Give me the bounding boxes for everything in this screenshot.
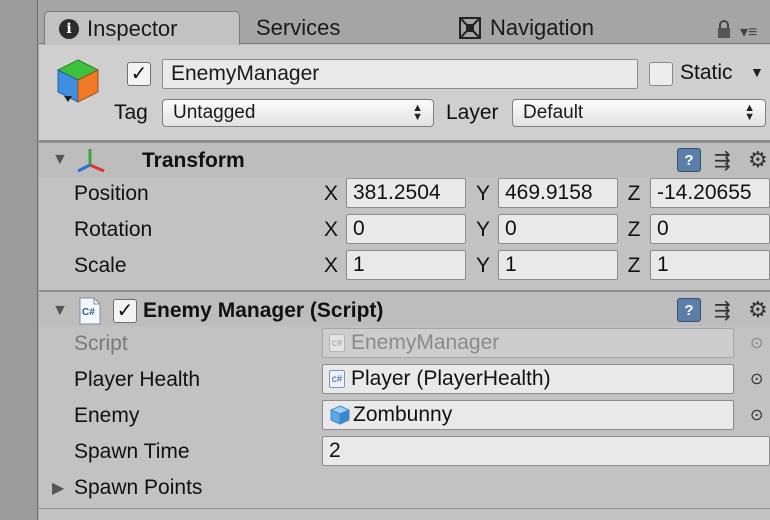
- position-z-field[interactable]: -14.20655: [650, 178, 770, 208]
- script-enabled-checkbox[interactable]: ✓: [113, 299, 137, 323]
- axis-x-label[interactable]: X: [321, 254, 341, 278]
- checkmark-icon: ✓: [116, 300, 134, 322]
- gear-icon[interactable]: ⚙: [748, 297, 768, 323]
- scale-label: Scale: [74, 254, 127, 277]
- updown-arrows-icon: ▲ ▼: [412, 102, 423, 123]
- object-picker-icon[interactable]: ⊙: [750, 405, 763, 425]
- axis-y-label[interactable]: Y: [473, 218, 493, 242]
- tab-navigation[interactable]: Navigation: [458, 11, 594, 45]
- foldout-open-icon[interactable]: ▼: [52, 302, 68, 320]
- script-label: Script: [74, 332, 128, 355]
- transform-icon: [76, 147, 106, 181]
- rotation-label: Rotation: [74, 218, 153, 241]
- spawn-time-field[interactable]: 2: [322, 436, 770, 466]
- separator: [39, 508, 770, 509]
- axis-z-label[interactable]: Z: [624, 254, 644, 278]
- tag-label: Tag: [114, 101, 148, 124]
- info-icon: i: [59, 18, 79, 39]
- tab-services[interactable]: Services: [256, 11, 340, 45]
- axis-y-label[interactable]: Y: [473, 254, 493, 278]
- tab-services-label: Services: [256, 15, 341, 40]
- position-x-field[interactable]: 381.2504: [346, 178, 466, 208]
- tag-dropdown[interactable]: Untagged ▲ ▼: [162, 99, 434, 127]
- tab-inspector-label: Inspector: [87, 15, 178, 41]
- help-icon[interactable]: ?: [677, 148, 701, 172]
- left-gutter: [0, 0, 38, 520]
- object-picker-icon: ⊙: [750, 335, 764, 352]
- scale-y-field[interactable]: 1: [498, 250, 618, 280]
- player-health-field[interactable]: c# Player (PlayerHealth): [322, 364, 734, 394]
- object-name-field[interactable]: EnemyManager: [162, 59, 638, 89]
- checkmark-icon: ✓: [130, 63, 148, 85]
- prefab-cube-icon: [329, 404, 351, 426]
- csharp-script-icon: C#: [78, 297, 102, 331]
- scale-x-field[interactable]: 1: [346, 250, 466, 280]
- player-health-label: Player Health: [74, 368, 201, 391]
- preset-icon[interactable]: ⇶: [714, 148, 731, 173]
- gameobject-cube-icon: [54, 56, 102, 112]
- tag-value: Untagged: [173, 102, 256, 123]
- axis-z-label[interactable]: Z: [624, 218, 644, 242]
- foldout-open-icon[interactable]: ▼: [52, 151, 68, 169]
- spawn-time-label: Spawn Time: [74, 440, 190, 463]
- axis-x-label[interactable]: X: [321, 182, 341, 206]
- static-checkbox[interactable]: [649, 62, 673, 86]
- object-picker-icon[interactable]: ⊙: [750, 369, 763, 389]
- rotation-y-field[interactable]: 0: [498, 214, 618, 244]
- scale-z-field[interactable]: 1: [650, 250, 770, 280]
- transform-title: Transform: [142, 149, 245, 172]
- layer-value: Default: [523, 102, 584, 123]
- position-y-field[interactable]: 469.9158: [498, 178, 618, 208]
- gear-icon[interactable]: ⚙: [748, 147, 768, 173]
- foldout-closed-icon[interactable]: ▶: [52, 478, 64, 498]
- panel-menu-icon[interactable]: ▾≡: [740, 22, 757, 42]
- updown-arrows-icon: ▲ ▼: [744, 102, 755, 123]
- tab-inspector[interactable]: i Inspector: [44, 11, 240, 45]
- script-field: c# EnemyManager: [322, 328, 734, 358]
- script-value: EnemyManager: [351, 331, 500, 354]
- cs-badge: C#: [82, 307, 95, 318]
- layer-dropdown[interactable]: Default ▲ ▼: [512, 99, 766, 127]
- help-icon[interactable]: ?: [677, 298, 701, 322]
- enemy-field[interactable]: Zombunny: [322, 400, 734, 430]
- lock-icon[interactable]: [716, 20, 732, 46]
- position-label: Position: [74, 182, 149, 205]
- static-dropdown-arrow-icon[interactable]: ▼: [750, 64, 764, 80]
- csharp-script-icon: c#: [329, 370, 345, 388]
- enemy-value: Zombunny: [353, 403, 453, 426]
- enemy-label: Enemy: [74, 404, 140, 427]
- static-label: Static: [680, 61, 733, 84]
- rotation-z-field[interactable]: 0: [650, 214, 770, 244]
- tab-navigation-label: Navigation: [490, 15, 594, 40]
- rotation-x-field[interactable]: 0: [346, 214, 466, 244]
- preset-icon[interactable]: ⇶: [714, 298, 731, 323]
- layer-label: Layer: [446, 101, 499, 124]
- active-checkbox[interactable]: ✓: [127, 62, 151, 86]
- spawn-points-label[interactable]: Spawn Points: [74, 476, 202, 500]
- csharp-script-icon: c#: [329, 334, 345, 352]
- axis-z-label[interactable]: Z: [624, 182, 644, 206]
- navigation-icon: [458, 16, 482, 40]
- player-health-value: Player (PlayerHealth): [351, 367, 551, 390]
- axis-x-label[interactable]: X: [321, 218, 341, 242]
- script-component-title: Enemy Manager (Script): [143, 299, 384, 322]
- axis-y-label[interactable]: Y: [473, 182, 493, 206]
